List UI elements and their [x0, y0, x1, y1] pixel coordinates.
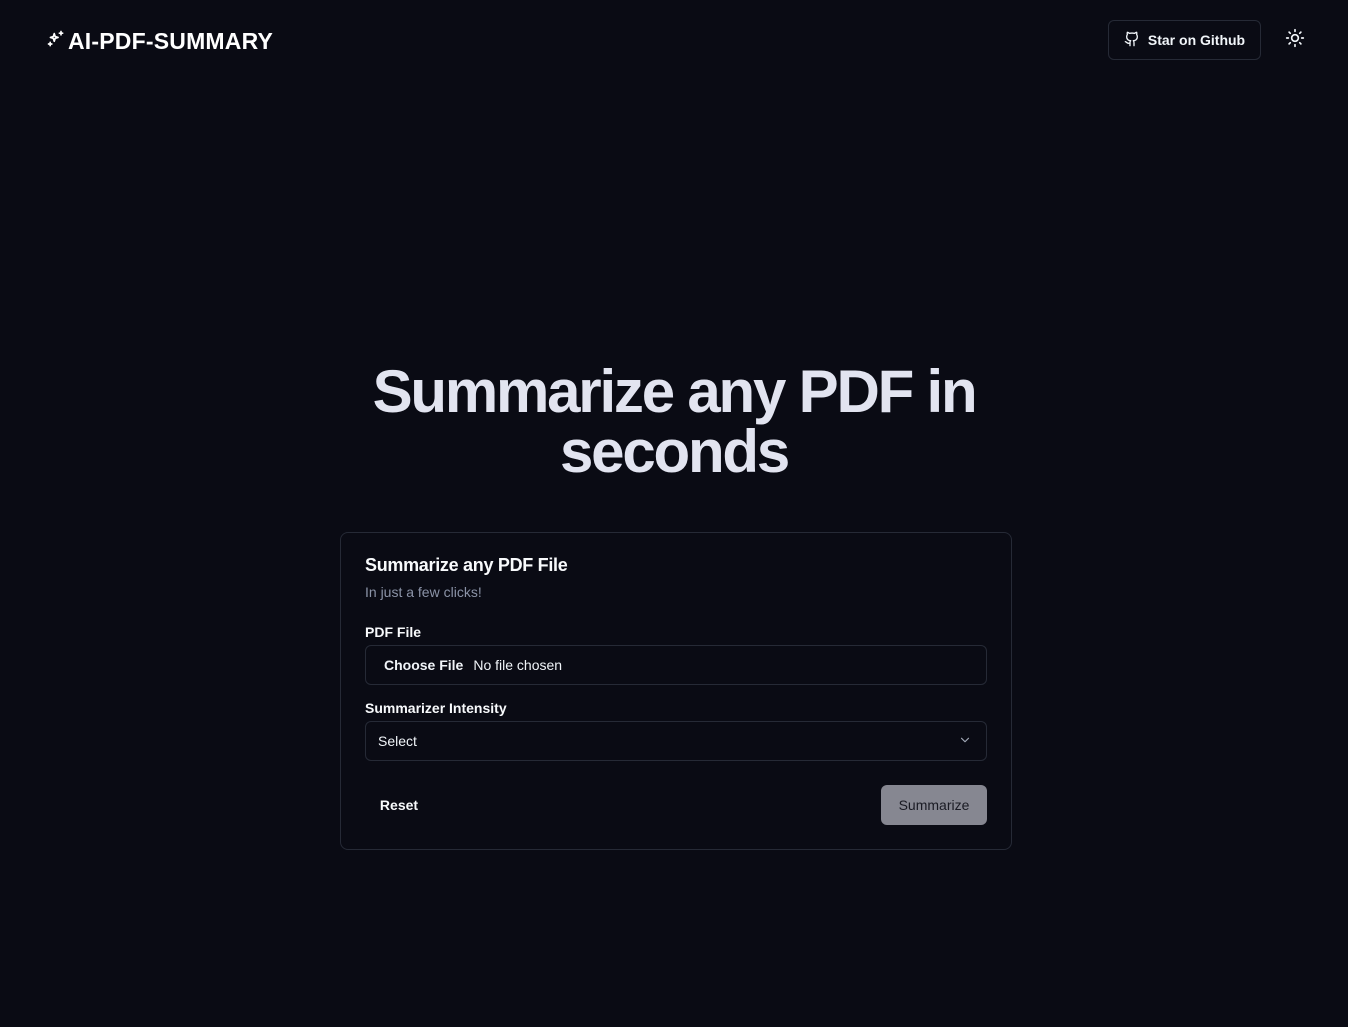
summarize-card: Summarize any PDF File In just a few cli… [340, 532, 1012, 850]
theme-toggle-button[interactable] [1275, 20, 1315, 60]
logo[interactable]: AI-PDF-SUMMARY [46, 28, 273, 55]
chevron-down-icon [958, 733, 972, 750]
intensity-label: Summarizer Intensity [365, 700, 507, 716]
sun-icon [1285, 28, 1305, 53]
summarize-button[interactable]: Summarize [881, 785, 987, 825]
reset-button[interactable]: Reset [365, 785, 433, 825]
pdf-file-input[interactable]: Choose File No file chosen [365, 645, 987, 685]
intensity-select-value: Select [378, 733, 417, 749]
star-on-github-button[interactable]: Star on Github [1108, 20, 1261, 60]
hero-title: Summarize any PDF in seconds [372, 358, 978, 485]
intensity-select[interactable]: Select [365, 721, 987, 761]
pdf-file-label: PDF File [365, 624, 422, 640]
github-icon [1124, 31, 1140, 50]
sparkles-icon [46, 29, 66, 54]
logo-text: AI-PDF-SUMMARY [68, 28, 274, 54]
card-title: Summarize any PDF File [365, 555, 568, 575]
card-subtitle: In just a few clicks! [365, 584, 482, 600]
choose-file-button[interactable]: Choose File [384, 657, 463, 673]
github-button-label: Star on Github [1147, 32, 1246, 48]
site-header: AI-PDF-SUMMARY Star on Github [0, 0, 1348, 80]
file-status-text: No file chosen [473, 657, 563, 673]
